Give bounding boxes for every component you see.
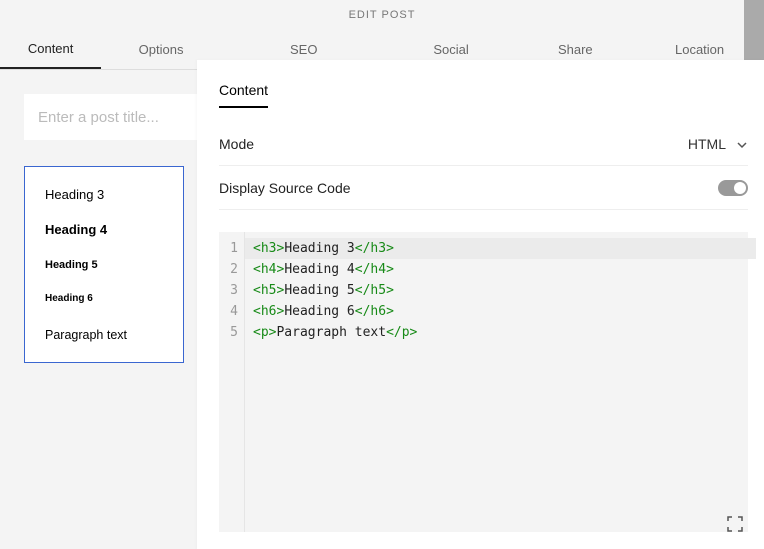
expand-icon[interactable] bbox=[726, 515, 744, 533]
code-line[interactable]: <h5>Heading 5</h5> bbox=[253, 280, 748, 301]
code-gutter: 1 2 3 4 5 bbox=[219, 232, 245, 532]
preview-h3: Heading 3 bbox=[45, 187, 163, 202]
code-line[interactable]: <h3>Heading 3</h3> bbox=[245, 238, 756, 259]
settings-panel: Content Mode HTML Display Source Code 1 … bbox=[197, 60, 764, 549]
line-number: 3 bbox=[219, 280, 238, 301]
page-title: EDIT POST bbox=[0, 9, 764, 21]
line-number: 5 bbox=[219, 322, 238, 343]
code-lines[interactable]: <h3>Heading 3</h3><h4>Heading 4</h4><h5>… bbox=[245, 232, 748, 532]
mode-value: HTML bbox=[688, 136, 726, 152]
chevron-down-icon bbox=[736, 138, 748, 150]
preview-h5: Heading 5 bbox=[45, 259, 163, 271]
content-block[interactable]: Heading 3 Heading 4 Heading 5 Heading 6 … bbox=[24, 166, 184, 363]
mode-row[interactable]: Mode HTML bbox=[219, 122, 748, 166]
line-number: 2 bbox=[219, 259, 238, 280]
line-number: 1 bbox=[219, 238, 238, 259]
panel-tab-content[interactable]: Content bbox=[219, 82, 268, 108]
code-line[interactable]: <h6>Heading 6</h6> bbox=[253, 301, 748, 322]
display-source-label: Display Source Code bbox=[219, 180, 351, 196]
preview-h4: Heading 4 bbox=[45, 222, 163, 237]
tab-content[interactable]: Content bbox=[0, 30, 101, 69]
code-line[interactable]: <h4>Heading 4</h4> bbox=[253, 259, 748, 280]
line-number: 4 bbox=[219, 301, 238, 322]
display-source-row: Display Source Code bbox=[219, 166, 748, 210]
preview-h6: Heading 6 bbox=[45, 293, 163, 304]
display-source-toggle[interactable] bbox=[718, 180, 748, 196]
code-line[interactable]: <p>Paragraph text</p> bbox=[253, 322, 748, 343]
mode-label: Mode bbox=[219, 136, 254, 152]
code-editor[interactable]: 1 2 3 4 5 <h3>Heading 3</h3><h4>Heading … bbox=[219, 232, 748, 532]
preview-p: Paragraph text bbox=[45, 328, 163, 342]
